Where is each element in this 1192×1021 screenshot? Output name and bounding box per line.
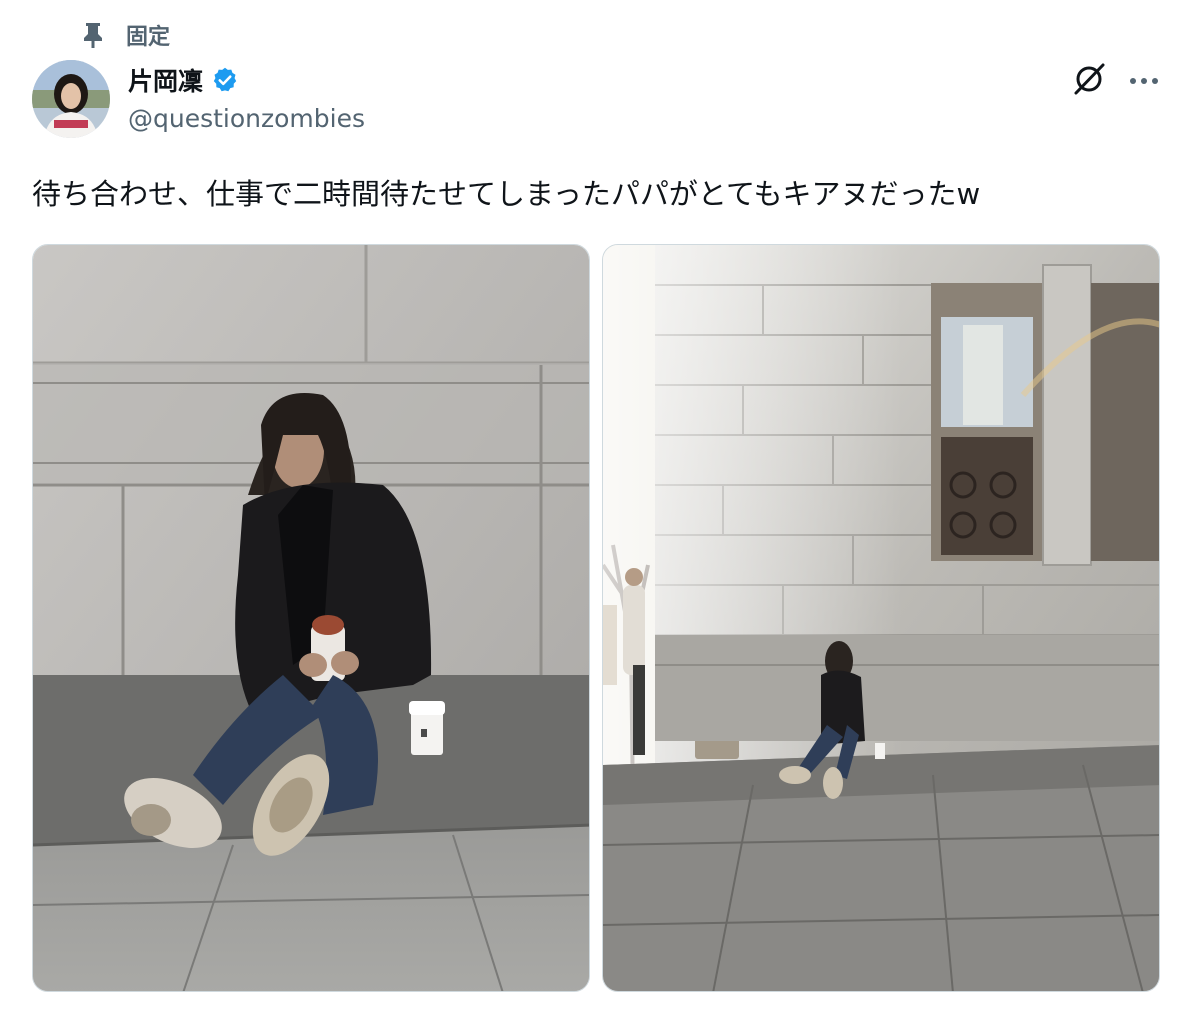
grok-icon [1072, 60, 1108, 100]
pinned-label: 固定 [126, 25, 171, 50]
pinned-indicator: 固定 [80, 18, 170, 52]
pin-icon [80, 20, 106, 50]
author-handle[interactable]: @questionzombies [128, 104, 365, 133]
photo-man-sitting-building [603, 245, 1159, 991]
avatar[interactable] [32, 60, 110, 138]
photo-1[interactable] [32, 244, 590, 992]
photo-2[interactable] [602, 244, 1160, 992]
media-grid [32, 244, 1160, 992]
author-name-row[interactable]: 片岡凜 [128, 60, 241, 100]
author-display-name[interactable]: 片岡凜 [128, 62, 203, 98]
tweet-text: 待ち合わせ、仕事で二時間待たせてしまったパパがとてもキアヌだったw [32, 177, 981, 211]
more-icon [1128, 71, 1160, 90]
verified-badge-icon [211, 65, 241, 95]
photo-man-sitting-closeup [33, 245, 589, 991]
grok-button[interactable] [1070, 60, 1110, 100]
more-options-button[interactable] [1124, 60, 1164, 100]
